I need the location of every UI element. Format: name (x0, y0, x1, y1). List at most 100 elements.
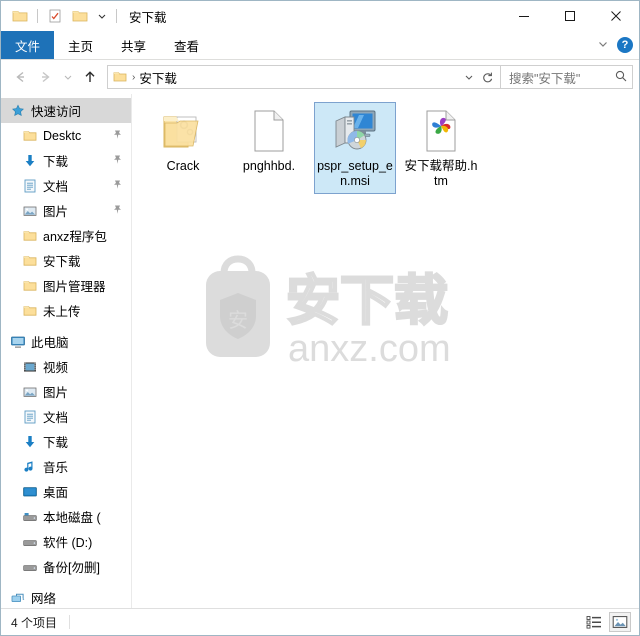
toolbar-separator-2 (116, 9, 117, 23)
sidebar-item-desktop-pc[interactable]: 桌面 (1, 479, 131, 504)
recent-locations-button[interactable] (59, 64, 77, 90)
close-button[interactable] (593, 1, 639, 31)
sidebar-item-videos[interactable]: 视频 (1, 354, 131, 379)
sidebar-item-documents[interactable]: 文档 (1, 173, 131, 198)
maximize-button[interactable] (547, 1, 593, 31)
file-item-crack[interactable]: Crack (142, 102, 224, 194)
sidebar-item-label: 音乐 (43, 461, 69, 475)
window-title: 安下载 (129, 10, 167, 25)
toolbar-separator (37, 9, 38, 23)
item-count-label: 4 个项目 (11, 615, 58, 630)
sidebar-item-desktop[interactable]: Desktc (1, 123, 131, 148)
pin-icon[interactable] (112, 179, 123, 193)
drive-icon (21, 533, 39, 551)
back-button[interactable] (7, 64, 33, 90)
videos-icon (21, 358, 39, 376)
view-toggle-group (583, 609, 631, 635)
watermark-text: 安下载 (286, 269, 448, 332)
address-toolbar: › 安下载 搜索"安下载" (1, 60, 639, 94)
pin-icon[interactable] (112, 204, 123, 218)
ribbon-tab-bar: 文件 主页 共享 查看 ? (1, 31, 639, 60)
search-input[interactable]: 搜索"安下载" (509, 68, 614, 87)
file-item-anxiazai-help[interactable]: 安下载帮助.htm (400, 102, 482, 194)
navigation-pane[interactable]: 快速访问 Desktc 下载 文档 图片 anxz程序包 安下载 图片管理器 未… (1, 94, 132, 608)
sidebar-item-music[interactable]: 音乐 (1, 454, 131, 479)
sidebar-item-downloads-pc[interactable]: 下载 (1, 429, 131, 454)
folder-icon (21, 252, 39, 270)
breadcrumb-current[interactable]: 安下载 (139, 68, 177, 87)
sidebar-item-label: Desktc (43, 128, 82, 143)
sidebar-item-label: 安下载 (43, 255, 81, 269)
file-item-pspr-setup[interactable]: pspr_setup_en.msi (314, 102, 396, 194)
new-folder-icon[interactable] (69, 5, 91, 27)
quick-access-dropdown-icon[interactable] (94, 5, 110, 27)
tab-home[interactable]: 主页 (54, 31, 107, 59)
sidebar-item-label: 网络 (31, 592, 57, 606)
sidebar-item-label: 文档 (43, 411, 69, 425)
file-grid[interactable]: Crack pnghhbd. pspr_setup_en.msi 安下载帮助.h… (132, 94, 639, 196)
computer-icon (9, 333, 27, 351)
watermark-subtext: anxz.com (288, 328, 451, 370)
breadcrumb[interactable]: › 安下载 (112, 68, 460, 87)
sidebar-item-label: 备份[勿删] (43, 561, 100, 575)
sidebar-item-quick-access[interactable]: 快速访问 (1, 98, 131, 123)
up-button[interactable] (77, 64, 103, 90)
sidebar-item-network[interactable]: 网络 (1, 585, 131, 608)
breadcrumb-folder-icon (113, 72, 127, 82)
address-bar[interactable]: › 安下载 (107, 65, 501, 89)
properties-icon[interactable] (44, 5, 66, 27)
sidebar-item-software-drive[interactable]: 软件 (D:) (1, 529, 131, 554)
sidebar-item-not-uploaded[interactable]: 未上传 (1, 298, 131, 323)
sidebar-item-anxiazai[interactable]: 安下载 (1, 248, 131, 273)
file-name: pspr_setup_en.msi (317, 159, 393, 188)
search-icon[interactable] (614, 69, 628, 86)
sidebar-item-anxz-package[interactable]: anxz程序包 (1, 223, 131, 248)
download-icon (21, 433, 39, 451)
minimize-button[interactable] (501, 1, 547, 31)
download-icon (21, 152, 39, 170)
help-icon[interactable]: ? (617, 37, 633, 53)
file-list-pane[interactable]: 安 安下载 anxz.com Crack pnghhbd. pspr_setup… (132, 94, 639, 608)
quick-access-toolbar: 安下载 (1, 5, 167, 27)
file-item-pnghhbd[interactable]: pnghhbd. (228, 102, 310, 194)
tab-share[interactable]: 共享 (107, 31, 160, 59)
search-box[interactable]: 搜索"安下载" (501, 65, 633, 89)
folder-icon (21, 127, 39, 145)
large-icons-view-icon[interactable] (609, 612, 631, 632)
ribbon-right-controls: ? (597, 31, 633, 59)
network-icon (9, 589, 27, 607)
folder-icon (21, 277, 39, 295)
pin-icon[interactable] (112, 129, 123, 143)
file-name: 安下载帮助.htm (404, 159, 478, 188)
msi-installer-icon (331, 107, 379, 155)
sidebar-item-picture-manager[interactable]: 图片管理器 (1, 273, 131, 298)
sidebar-item-label: 快速访问 (31, 105, 82, 119)
sidebar-item-backup-drive[interactable]: 备份[勿删] (1, 554, 131, 579)
sidebar-item-this-pc[interactable]: 此电脑 (1, 329, 131, 354)
address-dropdown-icon[interactable] (460, 66, 478, 88)
sidebar-item-label: 文档 (43, 180, 69, 194)
forward-button[interactable] (33, 64, 59, 90)
file-name: Crack (166, 159, 200, 173)
sidebar-item-downloads[interactable]: 下载 (1, 148, 131, 173)
drive-system-icon (21, 508, 39, 526)
chevron-down-icon[interactable] (597, 38, 609, 53)
refresh-icon[interactable] (478, 66, 496, 88)
title-bar: 安下载 (1, 1, 639, 31)
sidebar-item-pictures-pc[interactable]: 图片 (1, 379, 131, 404)
tab-view[interactable]: 查看 (160, 31, 213, 59)
sidebar-item-label: 软件 (D:) (43, 536, 93, 550)
pin-icon[interactable] (112, 154, 123, 168)
details-view-icon[interactable] (583, 612, 605, 632)
folder-icon (21, 227, 39, 245)
pictures-icon (21, 383, 39, 401)
sidebar-item-label: 图片 (43, 386, 69, 400)
folder-icon[interactable] (9, 5, 31, 27)
sidebar-item-pictures[interactable]: 图片 (1, 198, 131, 223)
tab-file[interactable]: 文件 (1, 31, 55, 59)
sidebar-item-documents-pc[interactable]: 文档 (1, 404, 131, 429)
documents-icon (21, 408, 39, 426)
sidebar-item-local-disk[interactable]: 本地磁盘 ( (1, 504, 131, 529)
desktop-icon (21, 483, 39, 501)
sidebar-item-label: 图片管理器 (43, 280, 106, 294)
